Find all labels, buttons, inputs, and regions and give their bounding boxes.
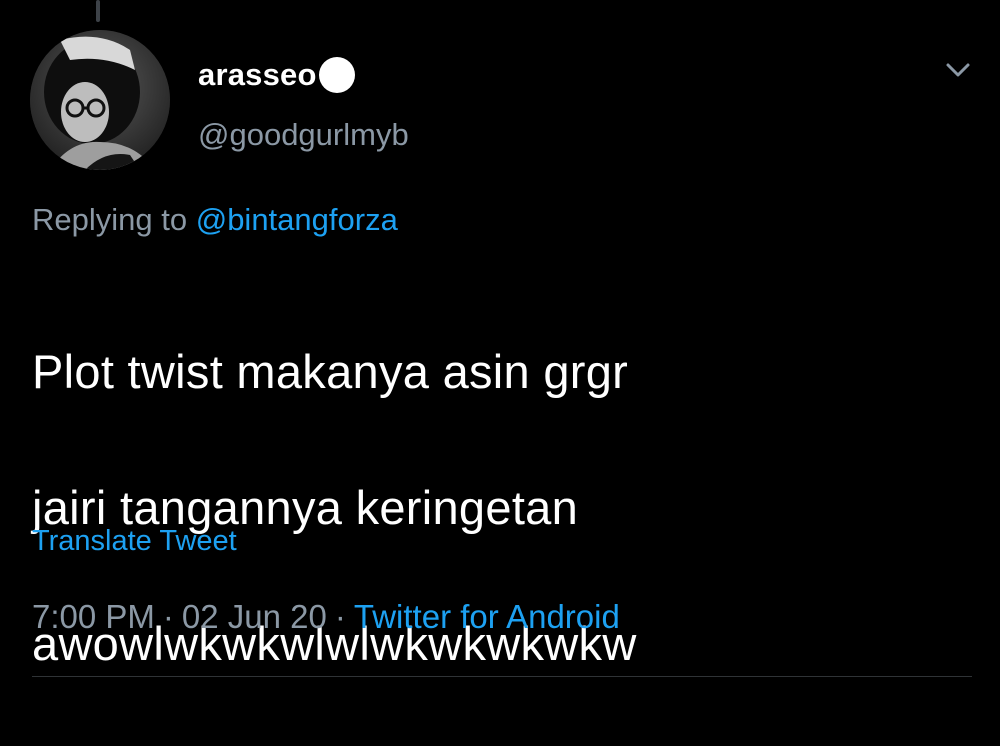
thread-connector-line	[96, 0, 100, 22]
avatar[interactable]	[30, 30, 170, 170]
tweet-date: 02 Jun 20	[181, 598, 327, 635]
separator-dot: ·	[334, 598, 346, 635]
white-circle-icon	[318, 57, 355, 93]
author-name-row[interactable]: arasseo	[198, 50, 355, 100]
translate-tweet-link[interactable]: Translate Tweet	[32, 525, 237, 558]
divider	[32, 676, 972, 677]
replying-to-mention[interactable]: @bintangforza	[196, 202, 398, 237]
tweet-text: Plot twist makanya asin grgr jairi tanga…	[32, 270, 972, 746]
chevron-down-icon[interactable]	[940, 55, 976, 85]
user-handle[interactable]: @goodgurlmyb	[198, 117, 409, 153]
tweet-time: 7:00 PM	[32, 598, 155, 635]
tweet-text-line: Plot twist makanya asin grgr	[32, 345, 629, 398]
display-name[interactable]: arasseo	[198, 57, 317, 93]
avatar-photo	[30, 30, 170, 170]
tweet-metadata: 7:00 PM · 02 Jun 20 · Twitter for Android	[32, 598, 620, 636]
separator-dot: ·	[162, 598, 174, 635]
tweet-source-link[interactable]: Twitter for Android	[354, 598, 620, 635]
replying-to-line: Replying to @bintangforza	[32, 202, 398, 238]
replying-label: Replying to	[32, 202, 188, 237]
